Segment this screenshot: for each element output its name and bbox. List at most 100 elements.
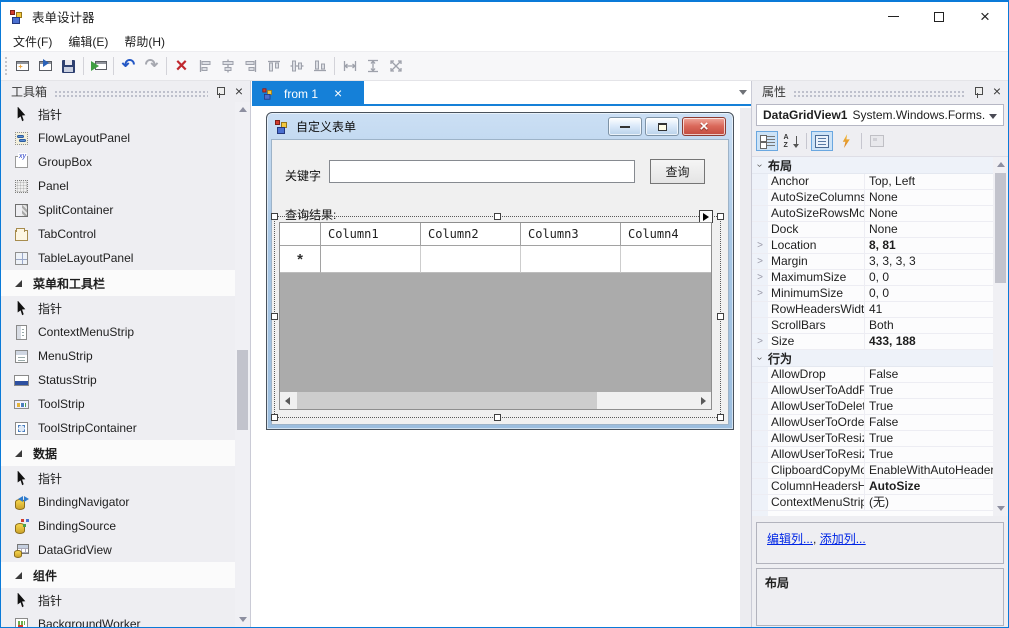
save-button[interactable] [57, 54, 80, 78]
expander-icon[interactable]: > [752, 270, 768, 285]
toolbox-item-datagridview[interactable]: DataGridView [1, 538, 235, 562]
expander-icon[interactable]: > [752, 254, 768, 269]
alphabetical-button[interactable]: AZ [780, 131, 802, 151]
new-form-button[interactable] [11, 54, 34, 78]
toolbox-scrollbar[interactable] [235, 102, 250, 627]
toolbox-item-statusstrip[interactable]: StatusStrip [1, 368, 235, 392]
resize-handle[interactable] [717, 313, 724, 320]
scroll-left-icon[interactable] [285, 397, 290, 405]
property-row[interactable]: AllowUserToResizeColumnsTrue [752, 431, 993, 447]
property-row[interactable]: AllowUserToOrderColumnsFalse [752, 415, 993, 431]
grid-horizontal-scrollbar[interactable] [280, 392, 711, 409]
scroll-thumb[interactable] [995, 173, 1006, 283]
resize-handle[interactable] [271, 213, 278, 220]
align-bottom-button[interactable] [308, 54, 331, 78]
property-row[interactable]: >Margin3, 3, 3, 3 [752, 254, 993, 270]
delete-button[interactable] [170, 54, 193, 78]
menu-edit[interactable]: 编辑(E) [60, 31, 116, 52]
undo-button[interactable] [117, 54, 140, 78]
datagridview-control[interactable]: Column1 Column2 Column3 Column4 * [279, 222, 712, 410]
toolbox-item-pointer[interactable]: 指针 [1, 466, 235, 490]
toolbox-item-pointer[interactable]: 指针 [1, 296, 235, 320]
same-width-button[interactable] [338, 54, 361, 78]
property-row[interactable]: AllowUserToDeleteRowsTrue [752, 399, 993, 415]
designed-form-titlebar[interactable]: 自定义表单 [267, 113, 733, 140]
object-selector[interactable]: DataGridView1 System.Windows.Forms. [756, 104, 1004, 126]
edit-columns-link[interactable]: 编辑列... [767, 532, 813, 546]
resize-handle[interactable] [494, 213, 501, 220]
tab-overflow-icon[interactable] [739, 90, 747, 95]
resize-handle[interactable] [494, 414, 501, 421]
toolbox-section-components[interactable]: 组件 [1, 562, 235, 588]
minimize-button[interactable] [870, 2, 916, 32]
align-center-button[interactable] [216, 54, 239, 78]
form-minimize-button[interactable] [608, 117, 642, 136]
toolbox-item-bindingsource[interactable]: BindingSource [1, 514, 235, 538]
pin-icon[interactable] [215, 86, 226, 98]
property-row[interactable]: AllowDropFalse [752, 367, 993, 383]
toolbox-item-panel[interactable]: Panel [1, 174, 235, 198]
property-row[interactable]: >Location8, 81 [752, 238, 993, 254]
property-row[interactable]: ClipboardCopyModeEnableWithAutoHeaderTex… [752, 463, 993, 479]
property-row[interactable]: >MinimumSize0, 0 [752, 286, 993, 302]
add-column-link[interactable]: 添加列... [820, 532, 866, 546]
designed-form-client[interactable]: 关键字 查询 查询结果: [272, 140, 728, 424]
keyword-input[interactable] [329, 160, 635, 183]
property-grid-scrollbar[interactable] [993, 157, 1008, 516]
toolbox-item-tabcontrol[interactable]: TabControl [1, 222, 235, 246]
toolbox-item-pointer[interactable]: 指针 [1, 588, 235, 612]
align-top-button[interactable] [262, 54, 285, 78]
scroll-up-icon[interactable] [997, 162, 1005, 167]
resize-handle[interactable] [271, 414, 278, 421]
open-form-button[interactable] [34, 54, 57, 78]
property-row[interactable]: AnchorTop, Left [752, 174, 993, 190]
align-right-button[interactable] [239, 54, 262, 78]
property-row[interactable]: >Size433, 188 [752, 334, 993, 350]
expander-icon[interactable]: > [752, 286, 768, 301]
expander-icon[interactable]: > [752, 238, 768, 253]
properties-close-icon[interactable] [993, 84, 1001, 99]
category-layout[interactable]: ›布局 [752, 157, 993, 174]
scroll-thumb[interactable] [297, 392, 597, 409]
menu-help[interactable]: 帮助(H) [116, 31, 173, 52]
property-row[interactable]: RowHeadersWidth41 [752, 302, 993, 318]
events-button[interactable] [835, 131, 857, 151]
align-left-button[interactable] [193, 54, 216, 78]
property-row[interactable]: >MaximumSize0, 0 [752, 270, 993, 286]
property-row[interactable]: DockNone [752, 222, 993, 238]
document-tab[interactable]: from 1 [252, 81, 364, 106]
toolbox-item-tablelayoutpanel[interactable]: TableLayoutPanel [1, 246, 235, 270]
tab-close-icon[interactable] [334, 86, 342, 101]
categorized-button[interactable] [756, 131, 778, 151]
property-row[interactable]: ColumnHeadersHeightSizeModeAutoSize [752, 479, 993, 495]
resize-handle[interactable] [717, 414, 724, 421]
toolbox-item-toolstrip[interactable]: ToolStrip [1, 392, 235, 416]
resize-handle[interactable] [271, 313, 278, 320]
toolbox-item-flowlayoutpanel[interactable]: FlowLayoutPanel [1, 126, 235, 150]
toolbar-grip[interactable] [4, 56, 8, 76]
property-row[interactable]: ScrollBarsBoth [752, 318, 993, 334]
property-row[interactable]: AllowUserToAddRowsTrue [752, 383, 993, 399]
design-canvas[interactable]: 自定义表单 关键字 查询 查询结果: [252, 108, 753, 627]
resize-handle[interactable] [717, 213, 724, 220]
same-size-button[interactable] [384, 54, 407, 78]
toolbox-item-toolstripcontainer[interactable]: ToolStripContainer [1, 416, 235, 440]
toolbox-item-pointer[interactable]: 指针 [1, 102, 235, 126]
close-button[interactable] [962, 2, 1008, 32]
maximize-button[interactable] [916, 2, 962, 32]
category-behavior[interactable]: ›行为 [752, 350, 993, 367]
toolbox-section-data[interactable]: 数据 [1, 440, 235, 466]
toolbox-item-groupbox[interactable]: GroupBox [1, 150, 235, 174]
pin-icon[interactable] [973, 86, 984, 98]
scroll-right-icon[interactable] [701, 397, 706, 405]
redo-button[interactable] [140, 54, 163, 78]
expander-icon[interactable]: > [752, 334, 768, 349]
form-close-button[interactable] [682, 117, 726, 136]
property-row[interactable]: AutoSizeRowsModeNone [752, 206, 993, 222]
same-height-button[interactable] [361, 54, 384, 78]
property-pages-button[interactable] [866, 131, 888, 151]
menu-file[interactable]: 文件(F) [5, 31, 60, 52]
property-row[interactable]: AutoSizeColumnsModeNone [752, 190, 993, 206]
properties-view-button[interactable] [811, 131, 833, 151]
align-middle-button[interactable] [285, 54, 308, 78]
